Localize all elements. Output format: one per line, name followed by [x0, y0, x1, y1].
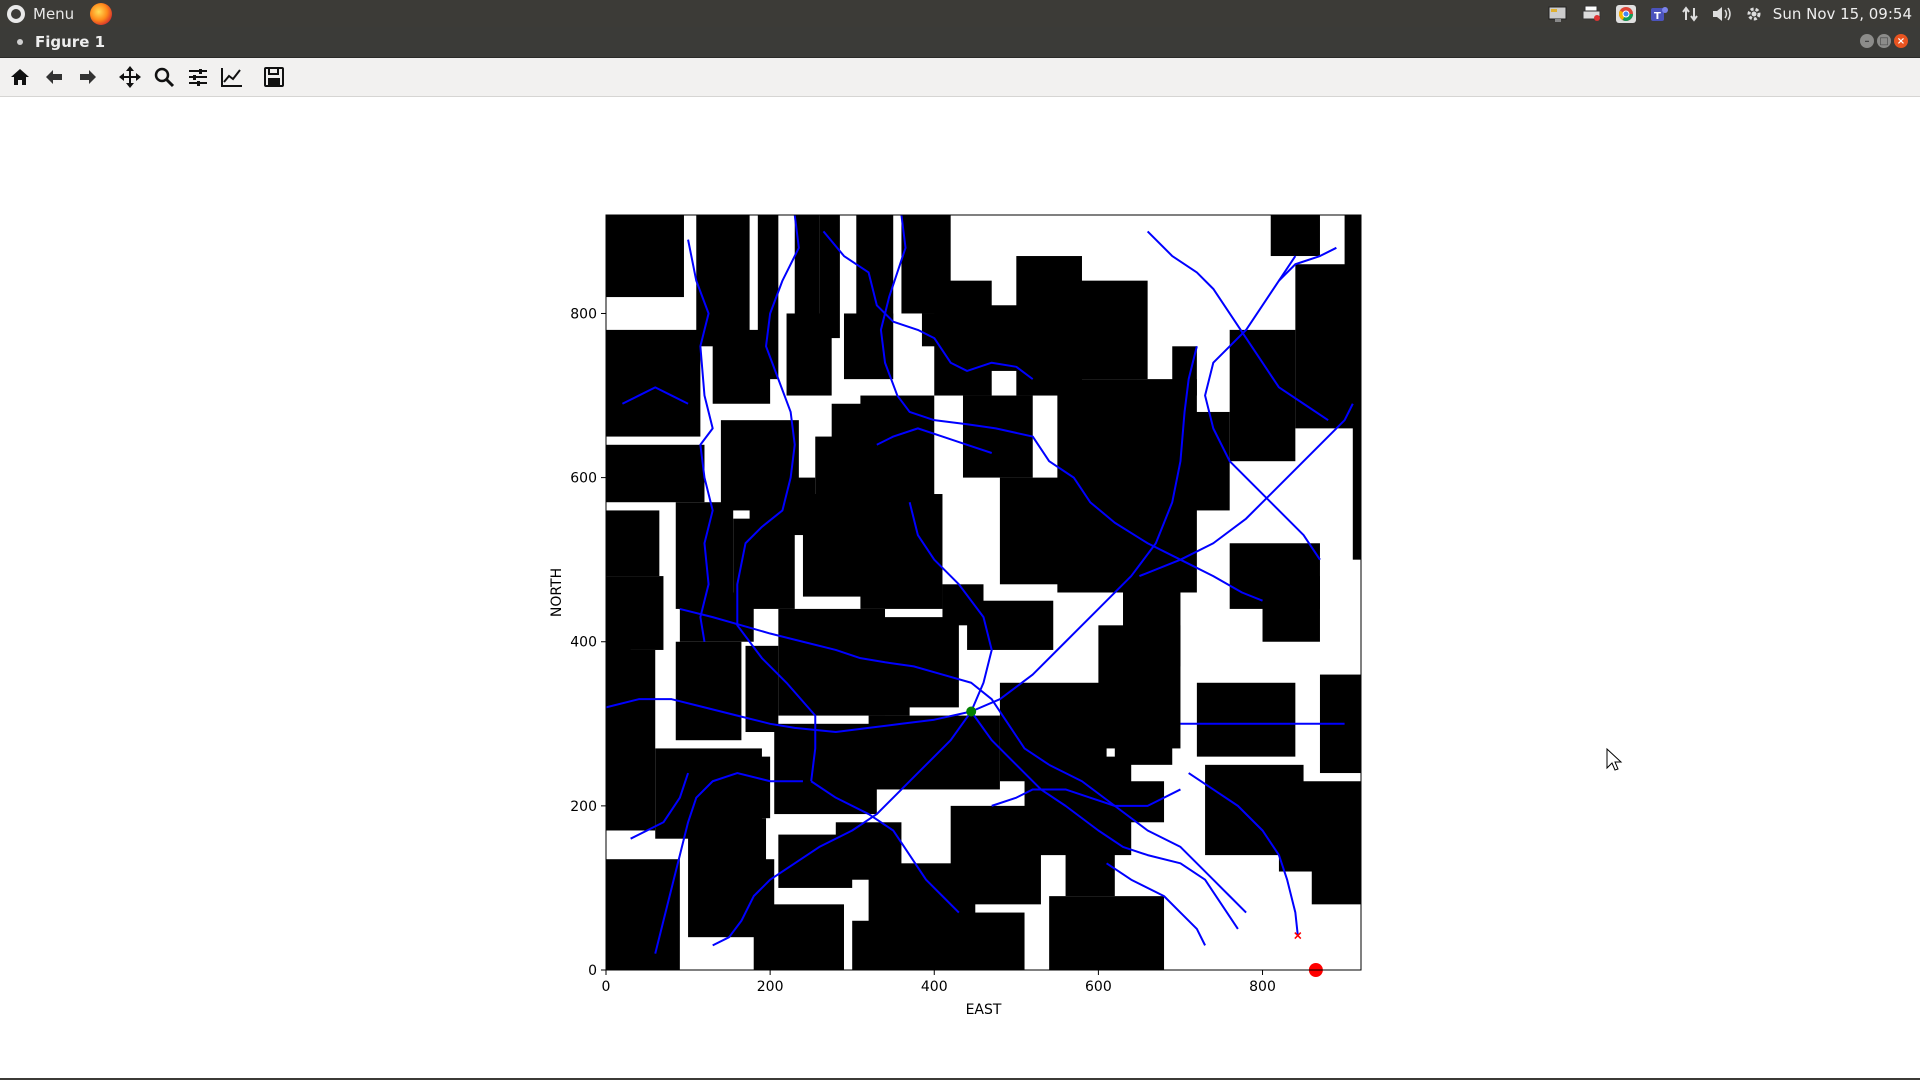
x-tick-label: 800 [1249, 979, 1276, 995]
obstacle-block [962, 395, 1033, 478]
window-titlebar[interactable]: Figure 1 – □ × [0, 27, 1920, 58]
window-dot-icon [17, 39, 23, 45]
obstacle-block [1049, 896, 1165, 970]
monitor-icon[interactable] [1547, 0, 1569, 27]
window-title: Figure 1 [35, 33, 106, 51]
axes: 0 200 400 600 800 0 200 400 600 800 EAST NORTH [549, 214, 1362, 1018]
x-ticks: 0 200 400 600 800 [602, 970, 1276, 995]
firefox-icon[interactable] [90, 2, 113, 25]
obstacle-block [606, 329, 701, 437]
x-tick-label: 0 [602, 979, 611, 995]
obstacle-block [835, 822, 902, 880]
y-axis-label: NORTH [549, 568, 565, 617]
chrome-icon[interactable] [1615, 0, 1637, 27]
obstacle-block [1311, 789, 1361, 905]
svg-text:T: T [1654, 11, 1661, 22]
y-tick-label: 0 [588, 963, 597, 979]
obstacle-block [1344, 215, 1361, 273]
obstacle-block [852, 920, 927, 970]
menu-label: Menu [33, 4, 75, 23]
obstacle-block [606, 608, 631, 659]
obstacle-block [733, 518, 795, 609]
obstacle-block [885, 444, 914, 474]
obstacle-block [1098, 625, 1181, 749]
obstacle-block [1073, 280, 1148, 380]
obstacle-block [786, 313, 832, 396]
forward-icon[interactable] [74, 63, 102, 91]
zoom-icon[interactable] [150, 63, 178, 91]
x-tick-label: 200 [757, 979, 784, 995]
obstacle-block [1172, 346, 1197, 396]
obstacle-block [1270, 215, 1320, 257]
edit-axis-icon[interactable] [218, 63, 246, 91]
obstacle-block [1262, 576, 1320, 642]
obstacle-block [860, 494, 943, 609]
maximize-icon[interactable]: □ [1877, 34, 1891, 48]
obstacle-block [606, 444, 705, 503]
obstacle-block [975, 305, 1050, 371]
obstacle-block [917, 912, 1025, 970]
x-tick-label: 400 [921, 979, 948, 995]
obstacle-block [753, 904, 844, 970]
obstacle-block [606, 215, 684, 298]
obstacle-block [606, 887, 639, 946]
y-ticks: 0 200 400 600 800 [570, 306, 606, 979]
obstacle-block [868, 715, 1000, 790]
system-tray: T Sun Nov 15, 09:54 [1541, 0, 1920, 27]
figure-toolbar [0, 58, 1920, 97]
settings-icon[interactable] [1745, 0, 1763, 27]
close-icon[interactable]: × [1894, 34, 1908, 48]
obstacle-block [843, 313, 894, 380]
obstacle-block [868, 682, 910, 716]
obstacle-block [655, 748, 762, 839]
clock[interactable]: Sun Nov 15, 09:54 [1773, 5, 1912, 23]
obstacle-block [802, 494, 869, 597]
start-marker [966, 706, 977, 717]
plot-svg[interactable]: 0 200 400 600 800 0 200 400 600 800 EAST NORTH [0, 97, 1920, 1079]
obstacle-block [774, 723, 877, 815]
obstacle-block [876, 215, 894, 322]
obstacle-block [606, 649, 656, 831]
obstacle-block [712, 329, 771, 404]
window-controls: – □ × [1860, 34, 1908, 48]
home-icon[interactable] [6, 63, 34, 91]
mouse-cursor-icon [1606, 747, 1623, 771]
system-panel: Menu T Sun Nov 15, 09:54 [0, 0, 1920, 27]
obstacle-block [1196, 682, 1296, 757]
y-tick-label: 400 [570, 635, 597, 651]
network-icon[interactable] [1681, 0, 1699, 27]
pan-icon[interactable] [116, 63, 144, 91]
y-tick-label: 600 [570, 471, 597, 487]
minimize-icon[interactable]: – [1860, 34, 1874, 48]
obstacle-block [675, 641, 742, 741]
y-tick-label: 800 [570, 306, 597, 322]
save-icon[interactable] [260, 63, 288, 91]
mint-logo-icon [7, 4, 25, 23]
y-tick-label: 200 [570, 799, 597, 815]
obstacle-block [606, 526, 631, 560]
figure-canvas[interactable]: 0 200 400 600 800 0 200 400 600 800 EAST NORTH [0, 97, 1920, 1079]
printer-icon[interactable] [1581, 0, 1603, 27]
configure-subplots-icon[interactable] [184, 63, 212, 91]
obstacle-block [999, 477, 1066, 585]
x-tick-label: 600 [1085, 979, 1112, 995]
teams-icon[interactable]: T [1649, 0, 1669, 27]
obstacle-block [1229, 329, 1296, 462]
menu-button[interactable]: Menu [0, 0, 82, 27]
back-icon[interactable] [40, 63, 68, 91]
volume-icon[interactable] [1711, 0, 1733, 27]
x-axis-label: EAST [966, 1002, 1002, 1018]
